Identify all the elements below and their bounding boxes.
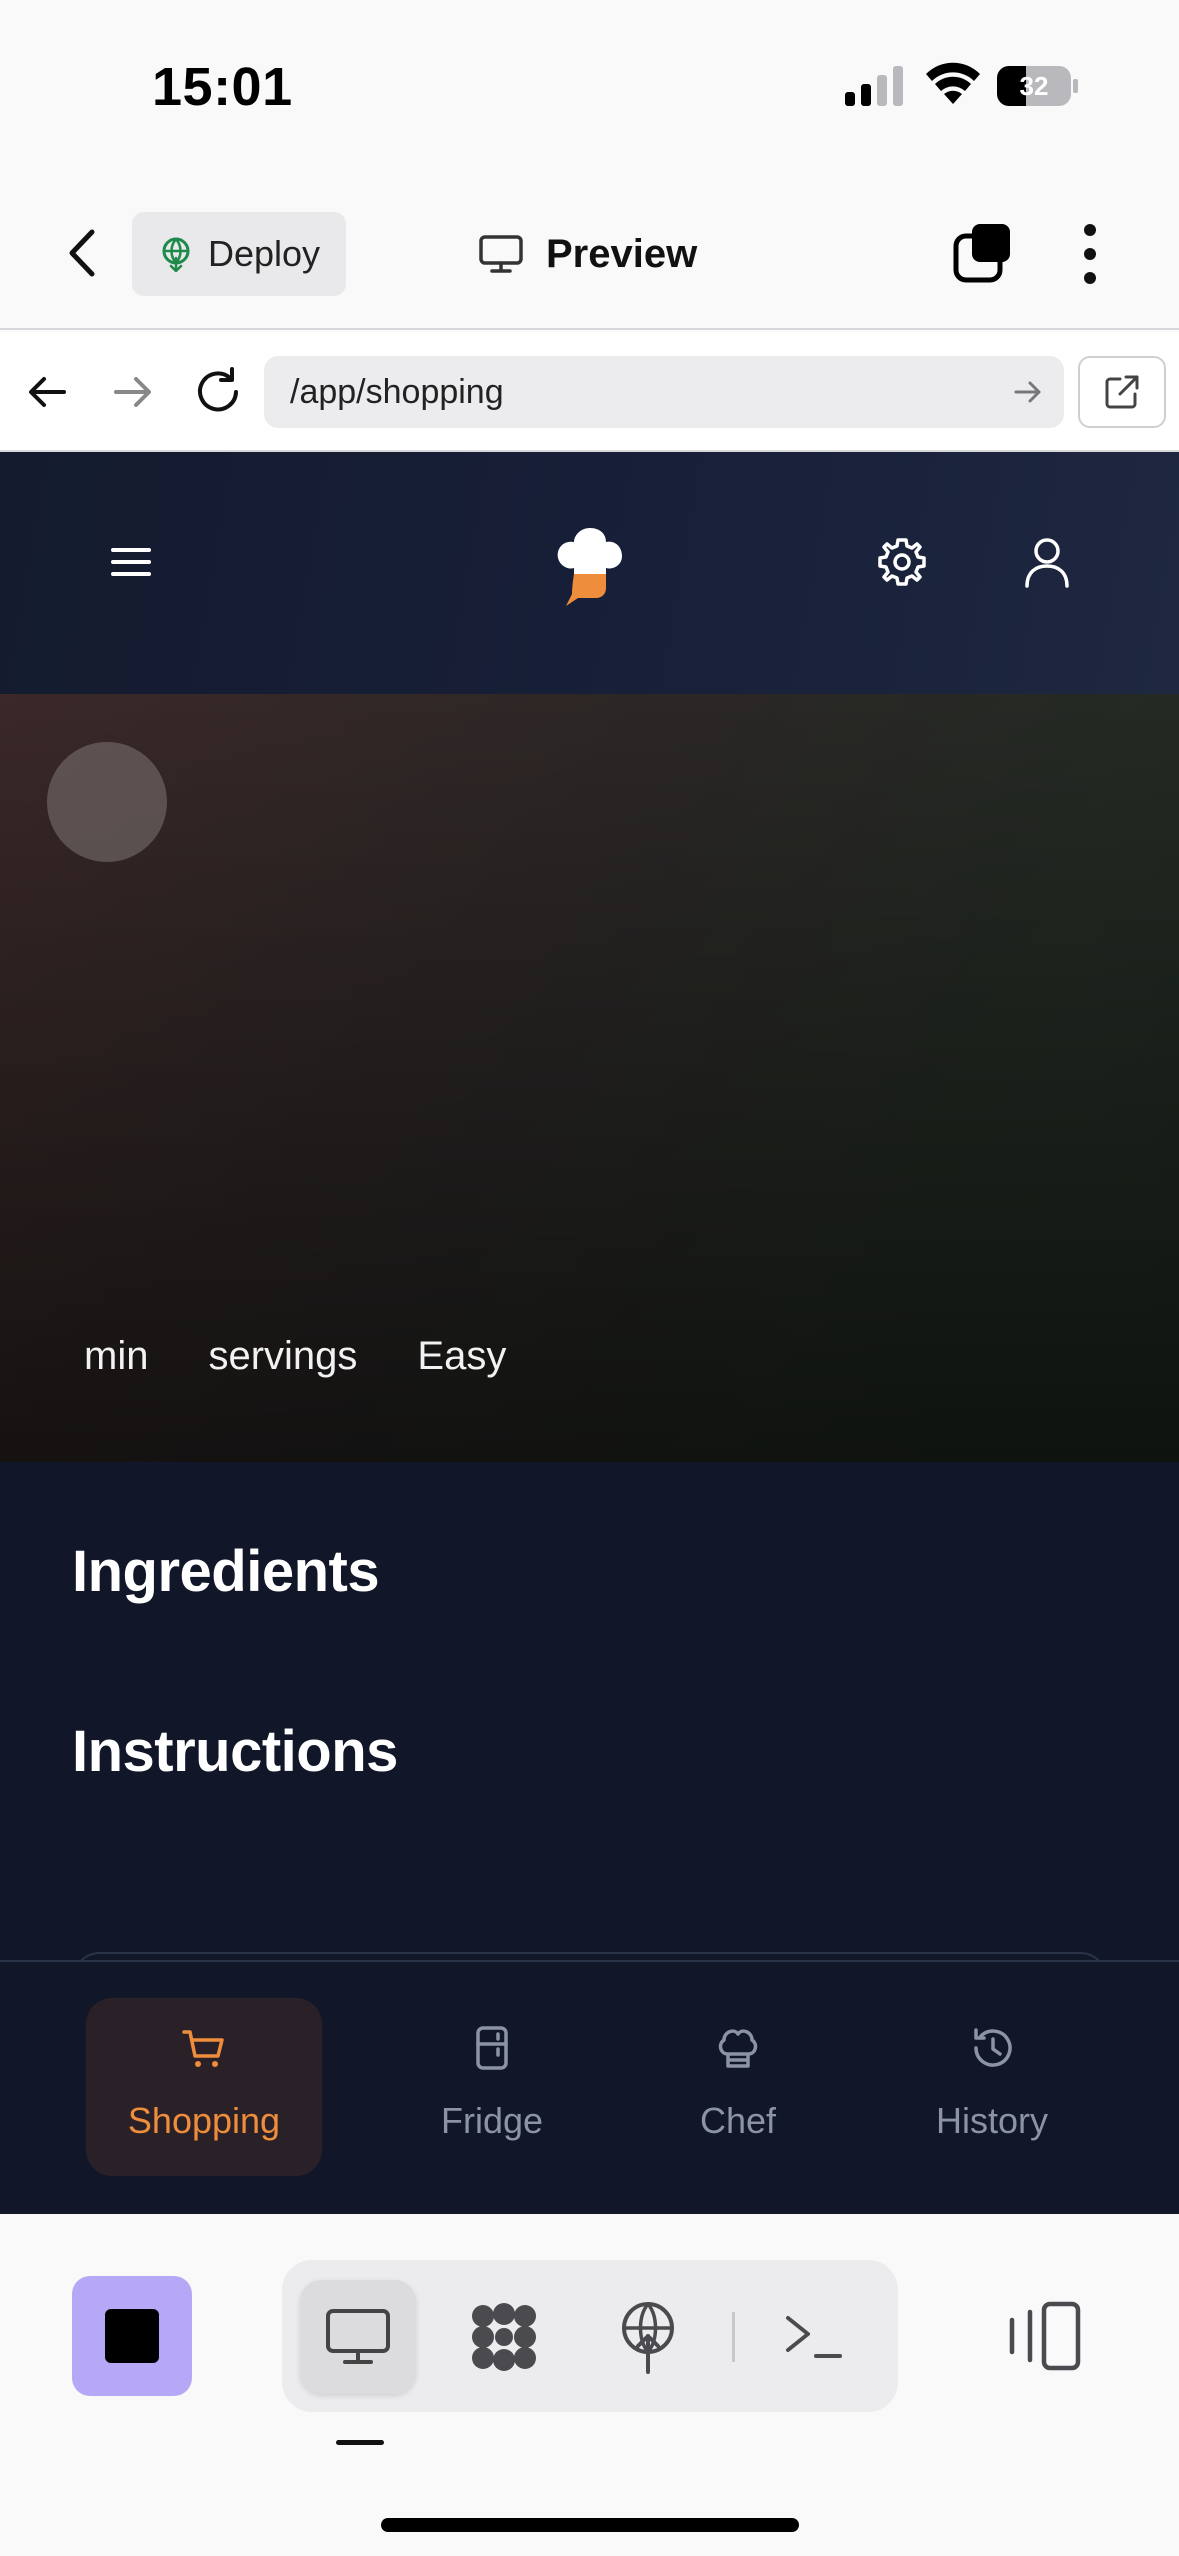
url-text: /app/shopping	[290, 372, 504, 411]
fridge-icon	[476, 2026, 508, 2070]
back-chevron-icon[interactable]	[62, 228, 102, 278]
agent-icon	[472, 2303, 536, 2371]
tab-history-label: History	[935, 2100, 1048, 2141]
nav-back-icon[interactable]	[26, 370, 70, 414]
panels-icon[interactable]	[1004, 2298, 1084, 2374]
stop-icon	[105, 2309, 159, 2363]
tab-fridge-label: Fridge	[440, 2100, 544, 2141]
external-link-icon	[1105, 375, 1139, 409]
cart-icon	[182, 2030, 224, 2067]
battery-icon: 32	[997, 66, 1078, 106]
tab-shopping[interactable]: Shopping	[86, 1998, 322, 2176]
url-input[interactable]: /app/shopping	[264, 356, 1064, 428]
stop-button[interactable]	[72, 2276, 192, 2396]
history-icon	[974, 2028, 1012, 2067]
nav-forward-icon[interactable]	[110, 370, 154, 414]
tool-deploy-button[interactable]	[590, 2280, 706, 2394]
preview-title-label: Preview	[546, 231, 698, 276]
cellular-signal-icon	[845, 66, 903, 106]
tool-switcher	[282, 2260, 898, 2412]
tool-shell-button[interactable]	[756, 2280, 872, 2394]
user-profile-icon[interactable]	[1022, 536, 1072, 588]
tab-chef-label: Chef	[699, 2100, 777, 2141]
more-options-icon[interactable]	[1072, 222, 1108, 286]
home-indicator	[381, 2518, 799, 2532]
deploy-button[interactable]: Deploy	[132, 212, 346, 296]
hero-avatar-placeholder	[47, 742, 167, 862]
web-preview: min servings Easy Ingredients Instructio…	[0, 452, 1179, 2214]
recipe-difficulty: Easy	[417, 1334, 507, 1378]
deploy-globe-icon	[622, 2302, 674, 2374]
reload-icon[interactable]	[192, 366, 244, 418]
terminal-icon	[786, 2316, 842, 2358]
tab-shopping-label: Shopping	[127, 2100, 281, 2141]
app-bottom-tab-bar: Shopping Fridge Chef History	[0, 1960, 1179, 2214]
deploy-globe-icon	[162, 237, 190, 272]
status-bar: 15:01 32	[0, 0, 1179, 170]
tab-history[interactable]: History	[874, 1998, 1110, 2176]
monitor-icon	[479, 235, 523, 273]
wifi-icon	[926, 62, 980, 104]
tool-agent-button[interactable]	[446, 2280, 562, 2394]
ide-toolbar	[0, 2214, 1179, 2556]
battery-level: 32	[1020, 71, 1049, 101]
chef-logo-icon[interactable]	[552, 522, 628, 606]
site-header	[0, 452, 1179, 694]
tool-separator	[732, 2312, 735, 2362]
instructions-heading: Instructions	[72, 1719, 398, 1784]
preview-title: Preview	[478, 218, 697, 290]
tab-fridge[interactable]: Fridge	[374, 1998, 610, 2176]
deploy-label: Deploy	[208, 233, 321, 274]
settings-gear-icon[interactable]	[876, 536, 928, 588]
chef-hat-icon	[718, 2029, 758, 2068]
open-external-button[interactable]	[1078, 356, 1166, 428]
active-tool-indicator	[336, 2440, 384, 2445]
recipe-hero: min servings Easy	[0, 694, 1179, 1462]
url-go-icon[interactable]	[1012, 376, 1044, 408]
recipe-time: min	[84, 1334, 149, 1378]
hamburger-menu-icon[interactable]	[110, 544, 152, 580]
recipe-meta: min servings Easy	[84, 1334, 506, 1379]
tab-chef[interactable]: Chef	[620, 1998, 856, 2176]
app-top-bar: Deploy Preview	[0, 170, 1179, 330]
ingredients-heading: Ingredients	[72, 1539, 380, 1604]
monitor-icon	[326, 2309, 390, 2364]
tabs-switcher-icon[interactable]	[952, 222, 1012, 284]
browser-bar: /app/shopping	[0, 332, 1179, 452]
tool-preview-button[interactable]	[300, 2280, 416, 2394]
recipe-servings: servings	[208, 1334, 358, 1378]
status-time: 15:01	[152, 57, 293, 117]
